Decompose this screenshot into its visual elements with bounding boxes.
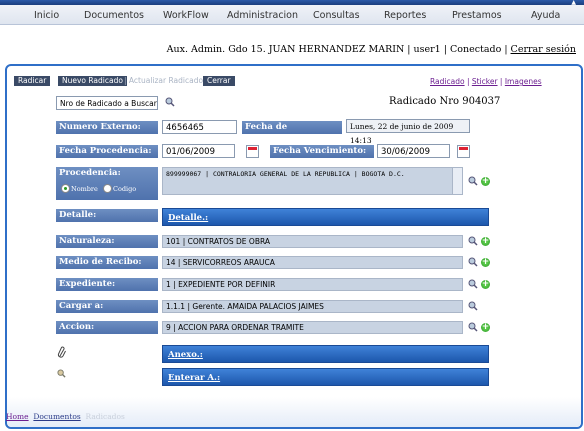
user-search-icon[interactable]: [57, 369, 66, 378]
fecha-procedencia-input[interactable]: 01/06/2009: [162, 144, 235, 158]
detalle-section[interactable]: Detalle.:: [162, 208, 489, 226]
radio-nombre[interactable]: [61, 184, 70, 193]
breadcrumb-home[interactable]: Home: [6, 412, 29, 421]
numero-externo-input[interactable]: 4656465: [162, 120, 237, 134]
search-icon[interactable]: [468, 257, 478, 267]
cargar-a-field[interactable]: 1.1.1 | Gerente. AMAIDA PALACIOS JAIMES: [162, 300, 463, 313]
actualizar-radicado-button: | Actualizar Radicado |: [124, 76, 208, 85]
menu-item-ayuda[interactable]: Ayuda: [531, 10, 560, 21]
menu-item-workflow[interactable]: WorkFlow: [163, 10, 209, 21]
search-icon[interactable]: [468, 279, 478, 289]
logout-link[interactable]: Cerrar sesión: [511, 44, 576, 55]
search-icon[interactable]: [468, 301, 478, 311]
procedencia-scrollbar[interactable]: [452, 168, 462, 194]
accion-field[interactable]: 9 | ACCION PARA ORDENAR TRAMITE: [162, 321, 463, 334]
add-icon[interactable]: +: [481, 323, 490, 332]
user-text: Aux. Admin. Gdo 15. JUAN HERNANDEZ MARIN…: [166, 44, 511, 55]
medio-recibo-field[interactable]: 14 | SERVICORREOS ARAUCA: [162, 256, 463, 269]
breadcrumb-documentos[interactable]: Documentos: [33, 412, 80, 421]
expediente-field[interactable]: 1 | EXPEDIENTE POR DEFINIR: [162, 278, 463, 291]
menu-item-inicio[interactable]: Inicio: [34, 10, 59, 21]
accion-label: Accion:: [56, 321, 158, 334]
sticker-link[interactable]: Sticker: [472, 77, 498, 86]
naturaleza-label: Naturaleza:: [56, 235, 158, 248]
nuevo-radicado-button[interactable]: Nuevo Radicado: [58, 76, 127, 86]
procedencia-label-text: Procedencia:: [59, 168, 121, 178]
breadcrumb-radicados: Radicados: [85, 412, 125, 421]
enterar-a-section[interactable]: Enterar A.:: [162, 368, 489, 386]
procedencia-textarea[interactable]: 899999067 | CONTRALORIA GENERAL DE LA RE…: [162, 167, 463, 195]
add-icon[interactable]: +: [481, 258, 490, 267]
fecha-radicacion-label: Fecha de Radicacion:: [242, 121, 342, 145]
radicado-link[interactable]: Radicado: [430, 77, 465, 86]
add-icon[interactable]: +: [481, 237, 490, 246]
radio-nombre-label: Nombre: [71, 185, 98, 193]
menu-item-prestamos[interactable]: Prestamos: [452, 10, 502, 21]
detalle-label: Detalle:: [56, 209, 158, 222]
menu-item-consultas[interactable]: Consultas: [313, 10, 360, 21]
radio-codigo[interactable]: [103, 184, 112, 193]
radicado-number: Radicado Nro 904037: [389, 96, 501, 107]
search-radicado-input[interactable]: Nro de Radicado a Buscar: [56, 96, 158, 110]
imagenes-link[interactable]: Imagenes: [505, 77, 542, 86]
collapse-arrow-icon[interactable]: ▲: [571, 0, 576, 6]
breadcrumb: Home Documentos Radicados: [6, 412, 125, 421]
top-strip: ▲: [0, 0, 584, 6]
cerrar-button[interactable]: Cerrar: [203, 76, 235, 86]
radio-codigo-label: Codigo: [113, 185, 137, 193]
medio-recibo-label: Medio de Recibo:: [56, 256, 158, 269]
fecha-vencimiento-input[interactable]: 30/06/2009: [377, 144, 450, 158]
search-icon[interactable]: [468, 236, 478, 246]
menu-item-reportes[interactable]: Reportes: [384, 10, 426, 21]
user-info: Aux. Admin. Gdo 15. JUAN HERNANDEZ MARIN…: [167, 44, 576, 55]
calendar-icon[interactable]: [457, 145, 470, 158]
fecha-procedencia-label: Fecha Procedencia:: [56, 145, 158, 158]
menu-item-documentos[interactable]: Documentos: [84, 10, 144, 21]
paperclip-icon[interactable]: [57, 346, 67, 358]
radicar-button[interactable]: Radicar: [14, 76, 51, 86]
menu-item-administracion[interactable]: Administracion: [227, 10, 298, 21]
menu-bar: ▲ Inicio Documentos WorkFlow Administrac…: [0, 0, 584, 25]
search-icon[interactable]: [165, 97, 175, 107]
anexo-section[interactable]: Anexo.:: [162, 345, 489, 363]
main-menu: Inicio Documentos WorkFlow Administracio…: [0, 10, 584, 24]
fecha-vencimiento-label: Fecha Vencimiento:: [270, 145, 374, 158]
naturaleza-field[interactable]: 101 | CONTRATOS DE OBRA: [162, 235, 463, 248]
cargar-a-label: Cargar a:: [56, 300, 158, 313]
add-icon[interactable]: +: [481, 177, 490, 186]
top-links: Radicado | Sticker | Imagenes: [430, 77, 542, 86]
calendar-icon[interactable]: [246, 145, 259, 158]
numero-externo-label: Numero Externo:: [56, 121, 158, 134]
fecha-radicacion-field: Lunes, 22 de junio de 2009 14:13: [346, 119, 470, 145]
expediente-label: Expediente:: [56, 278, 158, 291]
add-icon[interactable]: +: [481, 280, 490, 289]
search-icon[interactable]: [468, 176, 478, 186]
search-icon[interactable]: [468, 322, 478, 332]
